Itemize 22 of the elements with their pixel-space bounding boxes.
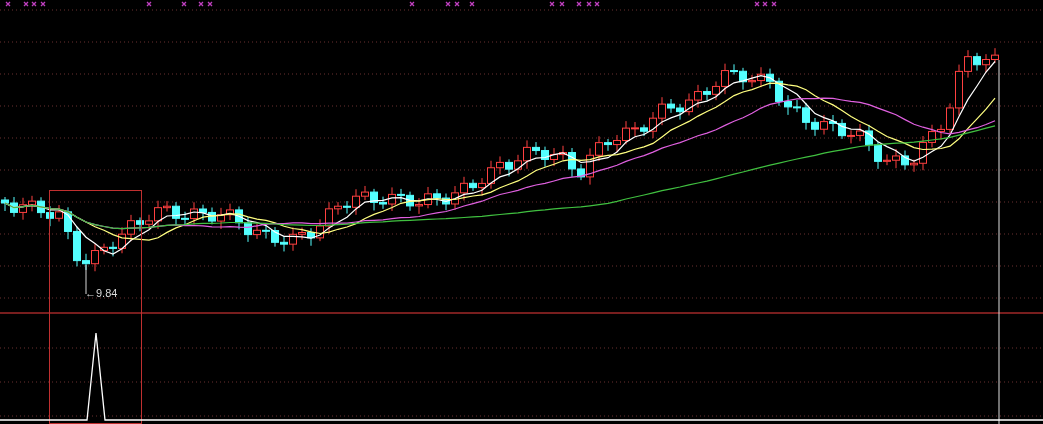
cross-mark-icon — [771, 1, 777, 7]
leader-line — [85, 264, 87, 295]
cross-mark-icon — [207, 1, 213, 7]
cross-mark-icon — [469, 1, 475, 7]
cross-mark-icon — [146, 1, 152, 7]
cross-mark-icon — [454, 1, 460, 7]
cross-mark-icon — [181, 1, 187, 7]
cross-mark-icon — [198, 1, 204, 7]
cross-mark-icon — [445, 1, 451, 7]
cross-mark-icon — [23, 1, 29, 7]
cross-mark-icon — [549, 1, 555, 7]
cross-mark-icon — [586, 1, 592, 7]
cross-mark-icon — [31, 1, 37, 7]
cross-mark-icon — [559, 1, 565, 7]
low-price-label: ←9.84 — [85, 287, 118, 300]
cross-mark-icon — [594, 1, 600, 7]
cross-mark-icon — [5, 1, 11, 7]
cross-mark-icon — [409, 1, 415, 7]
cross-mark-icon — [40, 1, 46, 7]
cross-mark-icon — [754, 1, 760, 7]
cross-mark-icon — [762, 1, 768, 7]
cross-mark-icon — [576, 1, 582, 7]
